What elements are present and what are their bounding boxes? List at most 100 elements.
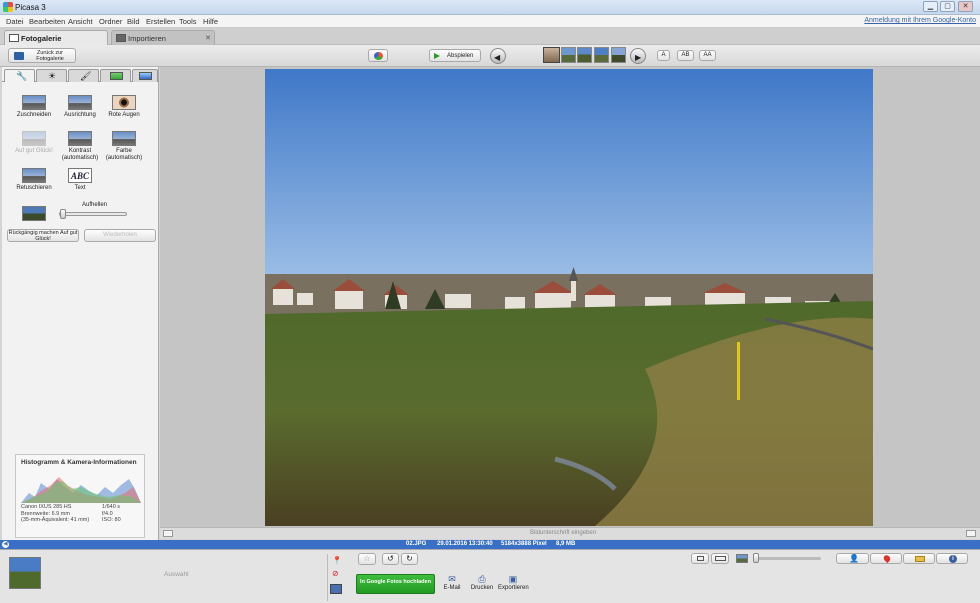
crop-tool[interactable]: Zuschneiden	[12, 95, 56, 119]
crop-icon	[22, 95, 46, 110]
fill-light-slider-thumb[interactable]	[60, 209, 66, 219]
view-single-button[interactable]	[691, 553, 709, 564]
fill-light-icon	[22, 206, 46, 221]
rotate-right-button[interactable]: ↻	[401, 553, 418, 565]
upload-google-photos-button[interactable]: In Google Fotos hochladen	[356, 574, 435, 594]
people-button[interactable]: 👤	[836, 553, 869, 564]
zoom-icon	[736, 554, 748, 563]
places-button[interactable]	[870, 553, 902, 564]
tab-fotogalerie[interactable]: Fotogalerie	[4, 30, 108, 45]
caption-close-icon[interactable]	[966, 530, 976, 537]
play-label: Abspielen	[447, 53, 474, 59]
selection-label: Auswahl	[164, 571, 189, 578]
toolbar: Zurück zur Fotogalerie Abspielen ◀ ▶ A A…	[0, 45, 980, 67]
next-photo-button[interactable]: ▶	[630, 48, 646, 64]
clear-tray-icon[interactable]: ⊘	[332, 569, 339, 578]
picasa-logo-icon	[3, 2, 13, 12]
hold-pin-icon[interactable]: 📍	[332, 556, 342, 565]
caption-toggle-icon[interactable]	[163, 530, 173, 537]
text-size-large-button[interactable]: AA	[699, 50, 716, 61]
add-to-album-icon[interactable]	[330, 584, 342, 594]
fill-light-label: Aufhellen	[82, 202, 108, 208]
menu-erstellen[interactable]: Erstellen	[146, 17, 175, 26]
printer-icon: ⎙	[478, 574, 486, 584]
feeling-lucky-tool[interactable]: Auf gut Glück!	[12, 131, 56, 155]
person-icon: 👤	[849, 554, 859, 563]
info-filesize: 8,9 MB	[556, 541, 576, 547]
fill-light-slider[interactable]	[59, 209, 127, 219]
tab-basic-fixes[interactable]: 🔧	[4, 69, 35, 82]
zoom-slider-thumb[interactable]	[753, 553, 759, 563]
info-icon: i	[949, 555, 957, 563]
tags-button[interactable]	[903, 553, 935, 564]
camera-info-right: 1/640 s f/4.0 ISO: 80	[102, 504, 121, 524]
menu-bild[interactable]: Bild	[127, 17, 140, 26]
info-dimensions: 5184x3888 Pixel	[501, 541, 547, 547]
focal-equiv: (35-mm-Äquivalent: 41 mm)	[21, 517, 90, 523]
text-size-medium-button[interactable]: AB	[677, 50, 694, 61]
auto-contrast-tool[interactable]: Kontrast (automatisch)	[58, 131, 102, 162]
brush-icon: 🖌	[80, 71, 92, 81]
print-button[interactable]: ⎙ Drucken	[470, 574, 494, 591]
google-signin-link[interactable]: Anmeldung mit Ihrem Google-Konto	[864, 17, 976, 24]
minimize-button[interactable]: ▁	[923, 1, 938, 12]
straighten-tool[interactable]: Ausrichtung	[58, 95, 102, 119]
menu-hilfe[interactable]: Hilfe	[203, 17, 218, 26]
info-toggle-icon[interactable]: ◀	[2, 541, 9, 548]
maximize-button[interactable]: ▢	[940, 1, 955, 12]
eye-icon	[112, 95, 136, 110]
filmstrip-thumb-3[interactable]	[577, 47, 592, 63]
export-button[interactable]: ▣ Exportieren	[498, 574, 529, 591]
auto-color-tool[interactable]: Farbe (automatisch)	[102, 131, 146, 162]
properties-button[interactable]: i	[936, 553, 968, 564]
main-photo[interactable]	[265, 69, 873, 526]
tab-effects-1[interactable]: 🖌	[68, 69, 99, 82]
menu-ordner[interactable]: Ordner	[99, 17, 122, 26]
tab-close-icon[interactable]: ✕	[205, 34, 211, 42]
selected-photo-thumb[interactable]	[9, 557, 41, 589]
undo-button[interactable]: Rückgängig machen Auf gut Glück!	[7, 229, 79, 242]
back-to-gallery-button[interactable]: Zurück zur Fotogalerie	[8, 48, 76, 63]
menu-ansicht[interactable]: Ansicht	[68, 17, 93, 26]
star-button[interactable]: ☆	[358, 553, 376, 565]
feeling-lucky-label: Auf gut Glück!	[15, 148, 53, 154]
filmstrip-thumb-2[interactable]	[561, 47, 576, 63]
zoom-slider[interactable]	[753, 553, 821, 563]
email-icon: ✉	[448, 574, 456, 584]
tab-effects-2[interactable]	[100, 69, 131, 82]
auto-contrast-label: Kontrast (automatisch)	[61, 148, 99, 161]
color-tweak-button[interactable]	[368, 49, 388, 62]
redo-button[interactable]: Wiederholen	[84, 229, 156, 242]
menu-datei[interactable]: Datei	[6, 17, 24, 26]
close-button[interactable]: ✕	[958, 1, 973, 12]
text-abc-icon: ABC	[68, 168, 92, 183]
retouch-tool[interactable]: Retuschieren	[12, 168, 56, 192]
tab-tuning[interactable]: ☀	[36, 69, 67, 82]
previous-photo-button[interactable]: ◀	[490, 48, 506, 64]
exposure-time: 1/640 s	[102, 504, 121, 510]
menu-bearbeiten[interactable]: Bearbeiten	[29, 17, 65, 26]
play-slideshow-button[interactable]: Abspielen	[429, 49, 481, 62]
red-eye-tool[interactable]: Rote Augen	[102, 95, 146, 119]
filmstrip-thumb-5[interactable]	[611, 47, 626, 63]
retouch-label: Retuschieren	[16, 185, 52, 191]
tab-effects-3[interactable]	[132, 69, 158, 82]
wrench-icon: 🔧	[16, 71, 28, 81]
rotate-left-button[interactable]: ↺	[382, 553, 399, 565]
auto-color-label: Farbe (automatisch)	[105, 148, 143, 161]
filmstrip-thumb-1[interactable]	[543, 47, 560, 63]
export-label: Exportieren	[498, 585, 529, 591]
view-compare-button[interactable]	[711, 553, 729, 564]
crop-label: Zuschneiden	[16, 112, 52, 118]
filmstrip-thumb-4[interactable]	[594, 47, 609, 63]
email-button[interactable]: ✉ E-Mail	[442, 574, 462, 591]
tab-importieren[interactable]: Importieren ✕	[111, 30, 215, 45]
landscape-photo	[265, 69, 873, 526]
menu-tools[interactable]: Tools	[179, 17, 197, 26]
text-size-small-button[interactable]: A	[657, 50, 670, 61]
contrast-icon	[68, 131, 92, 146]
histogram-title: Histogramm & Kamera-Informationen	[21, 459, 137, 466]
caption-input[interactable]: Bildunterschrift eingeben	[530, 530, 596, 536]
iso: ISO: 80	[102, 517, 121, 523]
text-tool[interactable]: ABC Text	[58, 168, 102, 192]
